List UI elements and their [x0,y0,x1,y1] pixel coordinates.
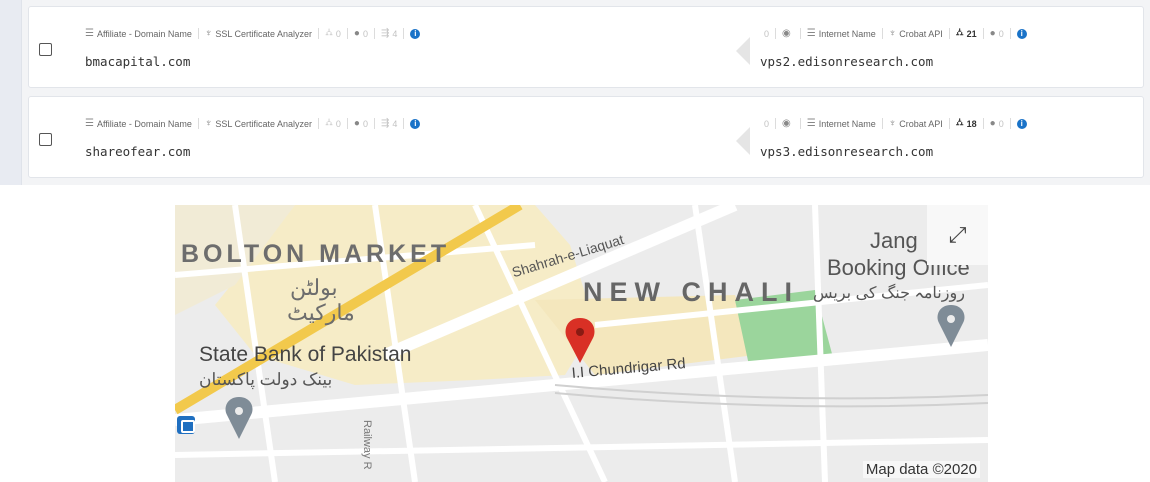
row-meta: ☰ Affiliate - Domain Name ♆ SSL Certific… [85,117,421,130]
share-icon: ⇶ [380,118,390,129]
expand-icon: ⤢ [948,222,967,247]
linked-count-1: 0 [764,118,770,129]
list-icon: ☰ [85,118,94,129]
linked-count-2: 0 [998,118,1004,129]
row-checkbox[interactable] [39,133,52,146]
module-name: SSL Certificate Analyzer [215,28,313,39]
circle-icon: ◉ [782,118,791,129]
table-row[interactable]: ☰ Affiliate - Domain Name ♆ SSL Certific… [28,96,1144,178]
linked-count-1: 0 [764,28,770,39]
source-type: Affiliate - Domain Name [96,28,192,39]
linked-children: 21 [966,28,977,39]
children-count: 0 [335,118,341,129]
linked-module: Crobat API [899,118,943,129]
linked-count-2: 0 [998,28,1004,39]
count-3: 4 [392,28,398,39]
module-icon: ♆ [204,118,213,129]
share-icon: ⇶ [380,28,390,39]
map-label-state-bank: State Bank of Pakistan [199,343,412,366]
linked-domain[interactable]: vps3.edisonresearch.com [760,144,933,159]
table-row[interactable]: ☰ Affiliate - Domain Name ♆ SSL Certific… [28,6,1144,88]
count-2: 0 [362,118,368,129]
list-icon: ☰ [806,28,816,39]
arrow-left-icon [736,127,750,155]
map-label-bolton-market: BOLTON MARKET [181,240,451,268]
module-icon: ♆ [888,118,897,129]
map-attribution: Map data ©2020 [862,461,980,478]
arrow-left-icon [736,37,750,65]
domain-name[interactable]: bmacapital.com [85,54,190,69]
tree-icon: ⛼ [325,27,333,38]
circle-icon: ● [989,28,996,39]
tree-icon: ⛼ [955,117,964,128]
results-panel: ☰ Affiliate - Domain Name ♆ SSL Certific… [0,0,1150,185]
info-icon[interactable]: i [410,118,421,129]
map-label-railway: Railway R [361,420,373,470]
module-icon: ♆ [204,28,213,39]
module-icon: ♆ [888,28,897,39]
tree-icon: ⛼ [955,27,964,38]
count-2: 0 [362,28,368,39]
circle-icon: ● [353,118,360,129]
linked-children: 18 [966,118,977,129]
tree-icon: ⛼ [325,117,333,128]
children-count: 0 [335,28,341,39]
row-meta: ☰ Affiliate - Domain Name ♆ SSL Certific… [85,27,421,40]
linked-meta: 0 ◉ ☰ Internet Name ♆ Crobat API ⛼ 21 ● … [764,27,1027,40]
transit-station-icon[interactable] [177,416,195,434]
map-label-state-bank-urdu: بینک دولت پاکستان [199,370,333,389]
map-label-bolton-urdu: مارکیٹ [287,300,355,325]
linked-type: Internet Name [818,28,876,39]
map-label-jang: Jang [870,228,918,253]
info-icon[interactable]: i [410,28,421,39]
list-icon: ☰ [806,118,816,129]
source-type: Affiliate - Domain Name [96,118,192,129]
list-icon: ☰ [85,28,94,39]
circle-icon: ◉ [782,28,791,39]
domain-name[interactable]: shareofear.com [85,144,190,159]
count-3: 4 [392,118,398,129]
circle-icon: ● [353,28,360,39]
module-name: SSL Certificate Analyzer [215,118,313,129]
map-label-jang-urdu: روزنامہ جنگ کی بریس [813,285,965,302]
circle-icon: ● [989,118,996,129]
info-icon[interactable]: i [1016,118,1027,129]
info-icon[interactable]: i [1016,28,1027,39]
linked-module: Crobat API [899,28,943,39]
linked-domain[interactable]: vps2.edisonresearch.com [760,54,933,69]
map-label-bolton-urdu: بولٹن [290,275,338,300]
left-strip [0,0,22,185]
map-label-new-chali: NEW CHALI [583,277,799,307]
linked-type: Internet Name [818,118,876,129]
linked-meta: 0 ◉ ☰ Internet Name ♆ Crobat API ⛼ 18 ● … [764,117,1027,130]
map-view[interactable]: BOLTON MARKET بولٹن مارکیٹ Shahrah-e-Lia… [175,205,988,482]
row-checkbox[interactable] [39,43,52,56]
fullscreen-button[interactable]: ⤢ [927,205,988,265]
